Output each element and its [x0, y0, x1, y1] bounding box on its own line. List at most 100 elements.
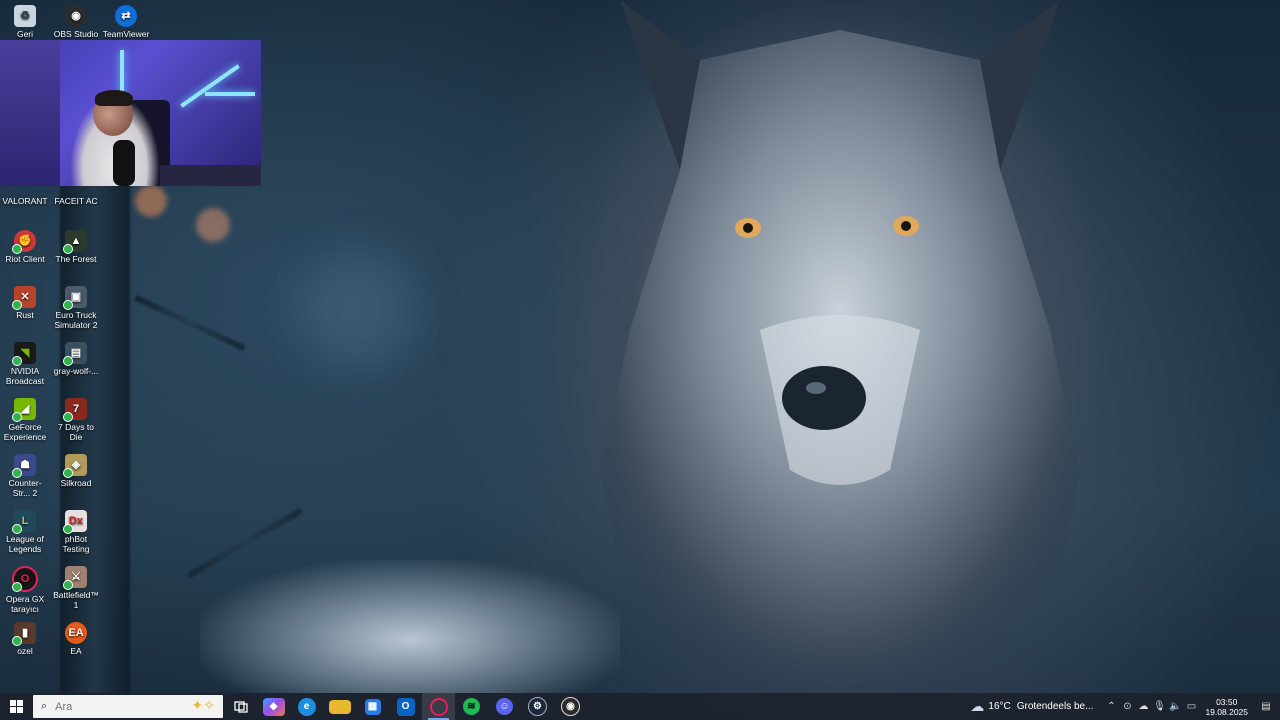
desktop-icon-silkroad[interactable]: ◈ Silkroad: [51, 454, 101, 488]
desktop-icon-gray-wolf[interactable]: ▤ gray-wolf-...: [51, 342, 101, 376]
teamviewer-icon: ⇄: [115, 5, 137, 27]
desktop-icon-label: Silkroad: [60, 478, 92, 488]
clock-time: 03:50: [1216, 696, 1238, 707]
search-input[interactable]: [53, 699, 178, 714]
taskbar-edge[interactable]: e: [290, 693, 323, 720]
desktop-icon-rust[interactable]: ✕ Rust: [0, 286, 50, 320]
desktop-icon-obs-studio[interactable]: ◉ OBS Studio: [51, 5, 101, 39]
taskbar-outlook[interactable]: O: [389, 693, 422, 720]
spotify-icon: ≋: [463, 698, 480, 715]
clock-date: 19.08.2025: [1205, 706, 1248, 717]
geforce-icon: ◢: [12, 398, 36, 422]
desktop-icon-counter-strike[interactable]: ☗ Counter-Str... 2: [0, 454, 50, 498]
volume-icon[interactable]: 🔈: [1167, 701, 1183, 712]
taskbar-obs[interactable]: ◉: [554, 693, 587, 720]
weather-widget[interactable]: ☁ 16°C Grotendeels be...: [970, 698, 1093, 715]
start-button[interactable]: [0, 693, 33, 720]
notification-center-icon[interactable]: ▤: [1258, 701, 1274, 712]
cloudy-weather-icon: ☁: [970, 698, 985, 714]
outlook-icon: O: [396, 697, 415, 716]
desktop-icon-league[interactable]: L League of Legends: [0, 510, 50, 554]
onedrive-cloud-icon[interactable]: ☁: [1135, 701, 1151, 712]
desktop-icon-valorant[interactable]: VALORANT: [0, 186, 50, 206]
desktop-icon-label: ozel: [17, 646, 33, 656]
counter-strike-icon: ☗: [12, 454, 36, 478]
desktop-icon-phbot[interactable]: Dx phBot Testing: [51, 510, 101, 554]
desktop-icon-geri[interactable]: ♻ Geri: [0, 5, 50, 39]
desktop-icon-riot-client[interactable]: ✊ Riot Client: [0, 230, 50, 264]
desktop-icon-label: Battlefield™ 1: [53, 590, 99, 610]
taskbar-store[interactable]: ▦: [356, 693, 389, 720]
search-icon: ⌕: [41, 700, 48, 712]
desktop-icon-label: gray-wolf-...: [53, 366, 99, 376]
system-tray: ☁ 16°C Grotendeels be... ⌃ ⊙ ☁ 🎙 🔈 ▭ 03:…: [970, 693, 1280, 720]
taskbar-opera-gx[interactable]: [422, 693, 455, 720]
desktop-icon-ozel[interactable]: ▮ ozel: [0, 622, 50, 656]
taskbar-apps: ◆ e ▦ O ≋ ☺ ⚙ ◉: [224, 693, 587, 720]
network-icon[interactable]: ▭: [1183, 701, 1199, 712]
task-view-icon: [233, 700, 248, 713]
7-days-icon: 7: [63, 398, 87, 422]
desktop-icon-battlefield[interactable]: ⚔ Battlefield™ 1: [51, 566, 101, 610]
show-hidden-icons-chevron-icon[interactable]: ⌃: [1103, 701, 1119, 712]
webcam-overlay: [0, 40, 261, 186]
nvidia-broadcast-icon: ◥: [12, 342, 36, 366]
obs-icon: ◉: [65, 5, 87, 27]
folder-icon: [328, 699, 351, 714]
image-file-icon: ▤: [63, 342, 87, 366]
discord-icon: ☺: [496, 698, 513, 715]
desktop-icon-euro-truck[interactable]: ▣ Euro Truck Simulator 2: [51, 286, 101, 330]
desktop-icon-label: EA: [70, 646, 82, 656]
opera-gx-icon: [429, 697, 448, 716]
desktop-icon-label: TeamViewer: [102, 29, 150, 39]
desktop-icon-teamviewer[interactable]: ⇄ TeamViewer: [101, 5, 151, 39]
desktop-icon-label: OBS Studio: [53, 29, 99, 39]
desktop-icon-nvidia-broadcast[interactable]: ◥ NVIDIA Broadcast: [0, 342, 50, 386]
rust-icon: ✕: [12, 286, 36, 310]
taskbar-file-explorer[interactable]: [323, 693, 356, 720]
riot-client-icon: ✊: [12, 230, 36, 254]
desktop-icon-label: Counter-Str... 2: [8, 478, 42, 498]
taskbar-task-view[interactable]: [224, 693, 257, 720]
folder-icon: ▮: [12, 622, 36, 646]
weather-description: Grotendeels be...: [1016, 701, 1094, 712]
euro-truck-icon: ▣: [63, 286, 87, 310]
taskbar-steam[interactable]: ⚙: [521, 693, 554, 720]
desktop-icon-7-days[interactable]: 7 7 Days to Die: [51, 398, 101, 442]
edge-icon: e: [297, 697, 316, 716]
taskbar: ⌕ ✦✧ ◆ e ▦ O ≋ ☺ ⚙: [0, 693, 1280, 720]
desktop-icon-faceit-ac[interactable]: FACEIT AC: [51, 186, 101, 206]
desktop-icon-ea[interactable]: EA EA: [51, 622, 101, 656]
desktop-icon-opera-gx[interactable]: O Opera GX tarayıcı: [0, 566, 50, 614]
desktop-icon-label: Opera GX tarayıcı: [5, 594, 45, 614]
microphone-icon[interactable]: 🎙: [1151, 701, 1167, 712]
desktop-icon-label: FACEIT AC: [54, 196, 98, 206]
desktop-icon-label: League of Legends: [6, 534, 44, 554]
opera-gx-icon: O: [12, 566, 38, 592]
desktop-icon-label: The Forest: [55, 254, 97, 264]
recycle-bin-icon: ♻: [14, 5, 36, 27]
tray-app-icon[interactable]: ⊙: [1119, 701, 1135, 712]
desktop-icon-label: VALORANT: [2, 196, 48, 206]
silkroad-icon: ◈: [63, 454, 87, 478]
search-box[interactable]: ⌕ ✦✧: [33, 695, 223, 718]
desktop-icon-label: Rust: [16, 310, 34, 320]
windows-icon: [10, 700, 23, 713]
desktop-icon-label: Euro Truck Simulator 2: [54, 310, 98, 330]
phbot-icon: Dx: [63, 510, 87, 534]
desktop-icon-the-forest[interactable]: ▲ The Forest: [51, 230, 101, 264]
taskbar-spotify[interactable]: ≋: [455, 693, 488, 720]
desktop-icon-label: 7 Days to Die: [58, 422, 94, 442]
the-forest-icon: ▲: [63, 230, 87, 254]
store-icon: ▦: [364, 698, 381, 715]
desktop-icon-label: GeForce Experience: [3, 422, 47, 442]
clock[interactable]: 03:50 19.08.2025: [1205, 697, 1248, 717]
desktop-icon-label: Geri: [16, 29, 34, 39]
taskbar-copilot[interactable]: ◆: [257, 693, 290, 720]
desktop-icon-geforce[interactable]: ◢ GeForce Experience: [0, 398, 50, 442]
copilot-icon: ◆: [262, 697, 285, 716]
taskbar-discord[interactable]: ☺: [488, 693, 521, 720]
desktop-icon-label: NVIDIA Broadcast: [5, 366, 45, 386]
steam-icon: ⚙: [528, 697, 547, 716]
weather-temperature: 16°C: [988, 701, 1011, 712]
